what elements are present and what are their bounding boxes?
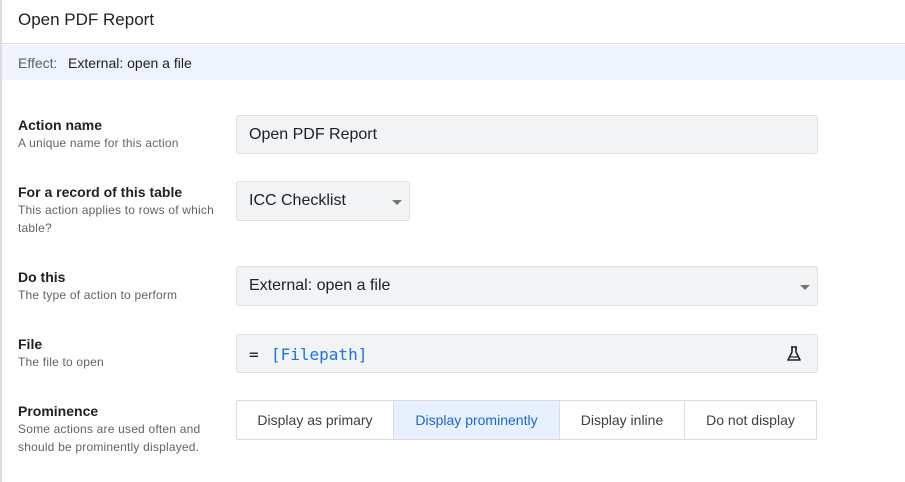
action-editor-panel: Open PDF Report Effect: External: open a… (0, 0, 905, 482)
table-label: For a record of this table (18, 184, 183, 200)
action-name-value: Open PDF Report (249, 126, 378, 143)
table-select-value: ICC Checklist (249, 192, 346, 209)
chevron-down-icon (392, 200, 402, 205)
file-help: The file to open (18, 355, 104, 369)
do-this-label: Do this (18, 269, 66, 285)
do-this-select[interactable]: External: open a file (236, 266, 818, 306)
file-expression-input[interactable]: = [Filepath] (236, 334, 818, 373)
expression-column-ref: [Filepath] (271, 345, 368, 364)
file-label: File (18, 336, 43, 352)
expression-operator: = (249, 345, 259, 364)
prominence-segmented-control: Display as primary Display prominently D… (236, 400, 817, 440)
action-name-help: A unique name for this action (18, 136, 179, 150)
do-this-select-value: External: open a file (249, 277, 391, 294)
table-help: This action applies to rows of which tab… (18, 203, 214, 235)
effect-bar: Effect: External: open a file (2, 45, 905, 80)
prominence-option-do-not-display[interactable]: Do not display (685, 401, 816, 439)
action-name-label: Action name (18, 117, 103, 133)
effect-value: External: open a file (68, 55, 192, 71)
do-this-help: The type of action to perform (18, 288, 178, 302)
prominence-option-inline[interactable]: Display inline (560, 401, 685, 439)
prominence-option-prominently[interactable]: Display prominently (394, 401, 560, 439)
prominence-label: Prominence (18, 403, 99, 419)
effect-label: Effect: (18, 55, 58, 71)
flask-icon[interactable] (785, 345, 803, 363)
action-name-input[interactable]: Open PDF Report (236, 115, 818, 154)
prominence-option-primary[interactable]: Display as primary (237, 401, 394, 439)
page-title: Open PDF Report (18, 10, 155, 29)
chevron-down-icon (800, 285, 810, 290)
title-bar: Open PDF Report (2, 0, 905, 44)
table-select[interactable]: ICC Checklist (236, 181, 410, 221)
prominence-help: Some actions are used often and should b… (18, 422, 201, 454)
